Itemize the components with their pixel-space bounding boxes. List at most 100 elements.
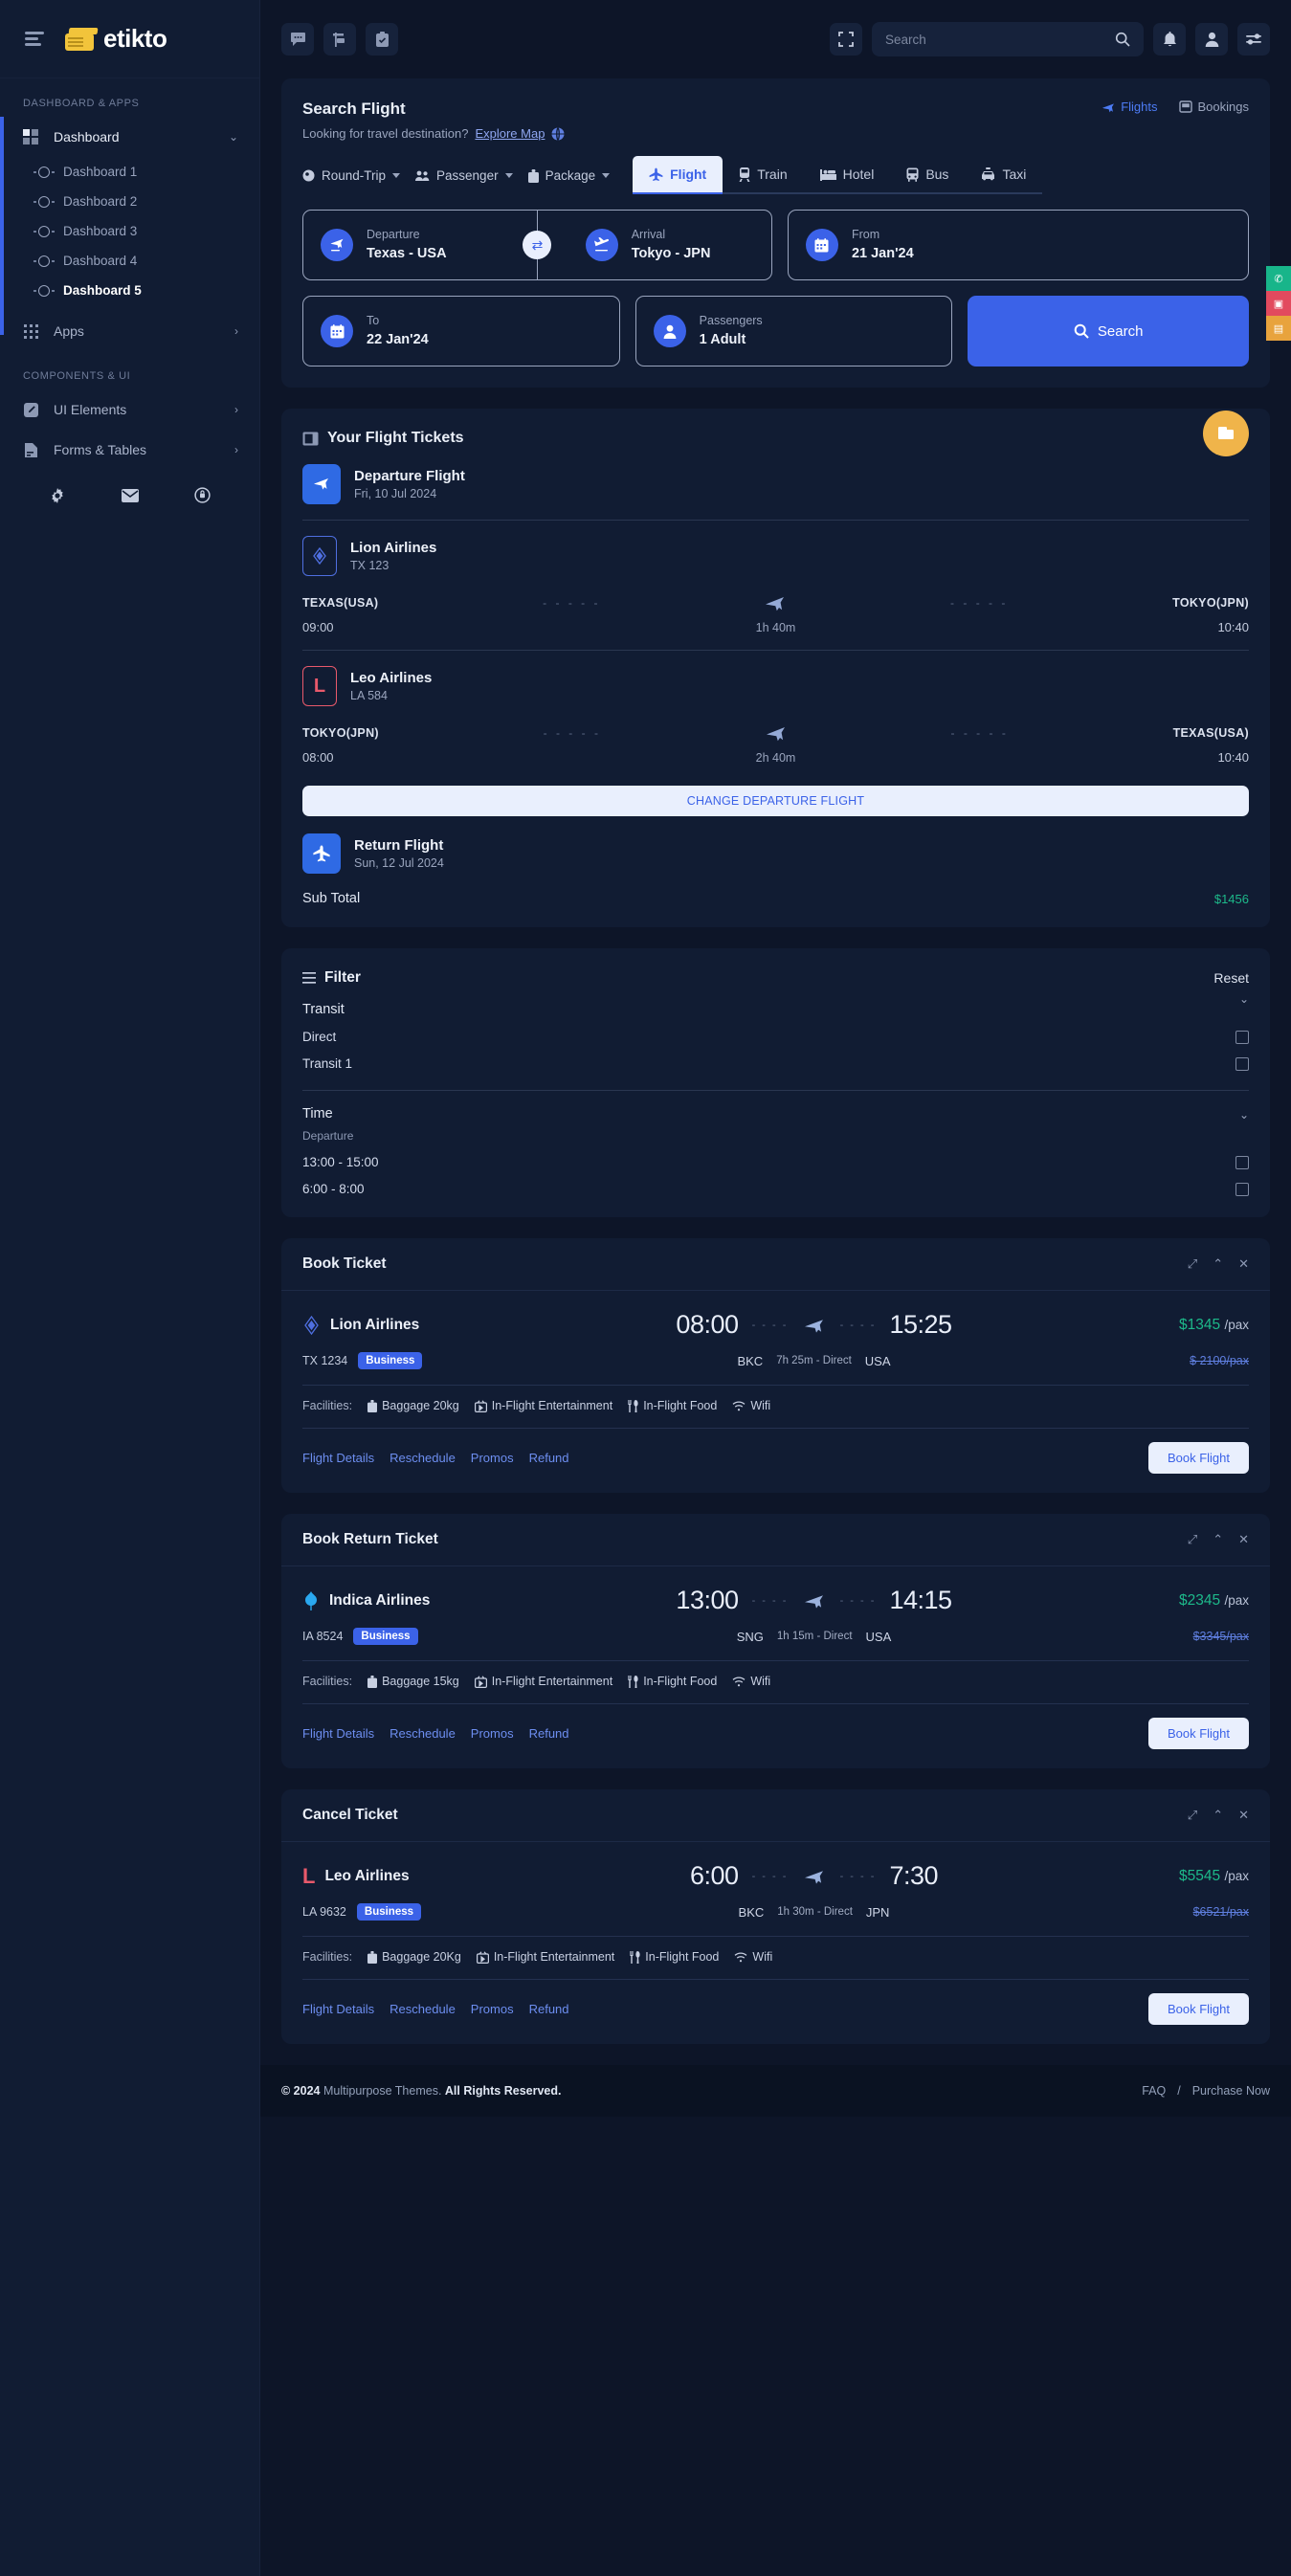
link-reschedule[interactable]: Reschedule (390, 1726, 456, 1741)
widget-buy-icon[interactable]: ▤ (1266, 316, 1291, 341)
book-flight-button[interactable]: Book Flight (1147, 1442, 1249, 1474)
filter-option[interactable]: Transit 1 (302, 1044, 1249, 1071)
link-flight-details[interactable]: Flight Details (302, 1726, 374, 1741)
dropdown-round-trip[interactable]: Round-Trip (302, 157, 415, 194)
close-icon[interactable]: ✕ (1238, 1532, 1249, 1547)
filter-card: Filter Reset ⌄ Transit Direct Transit 1 … (281, 948, 1270, 1217)
sidebar-item-dashboard-3[interactable]: Dashboard 3 (0, 216, 259, 246)
tab-flights[interactable]: Flights (1102, 100, 1158, 114)
filter-reset-button[interactable]: Reset (1213, 970, 1249, 986)
chevron-down-icon[interactable]: ⌄ (1239, 1108, 1249, 1121)
collapse-icon[interactable]: ⌃ (1213, 1808, 1223, 1823)
filter-option-label: 6:00 - 8:00 (302, 1182, 365, 1196)
departure-field[interactable]: Departure Texas - USA (321, 226, 530, 263)
close-icon[interactable]: ✕ (1238, 1808, 1249, 1823)
checkbox-transit-1[interactable] (1235, 1056, 1249, 1071)
search-icon[interactable] (1115, 32, 1130, 47)
link-refund[interactable]: Refund (529, 2002, 569, 2016)
link-refund[interactable]: Refund (529, 1726, 569, 1741)
user-icon[interactable] (1195, 23, 1228, 56)
sidebar-section-components-ui: Components & UI (23, 370, 131, 382)
from-date-field[interactable]: From 21 Jan'24 (787, 210, 1249, 280)
settings-sliders-icon[interactable] (1237, 23, 1270, 56)
globe-icon[interactable] (551, 126, 565, 141)
chat-icon[interactable] (281, 23, 314, 56)
widget-chat-icon[interactable]: ✆ (1266, 266, 1291, 291)
fullscreen-icon[interactable] (830, 23, 862, 56)
mode-taxi[interactable]: Taxi (965, 156, 1043, 194)
change-departure-flight-button[interactable]: CHANGE DEPARTURE FLIGHT (302, 786, 1249, 816)
passengers-field[interactable]: Passengers 1 Adult (634, 296, 953, 366)
link-reschedule[interactable]: Reschedule (390, 1451, 456, 1465)
checkbox-time-1300-1500[interactable] (1235, 1155, 1249, 1169)
explore-map-link[interactable]: Explore Map (475, 126, 545, 141)
mode-train[interactable]: Train (723, 156, 804, 194)
link-promos[interactable]: Promos (471, 2002, 514, 2016)
arrival-field[interactable]: Arrival Tokyo - JPN (544, 226, 754, 263)
departure-arrival-field[interactable]: Departure Texas - USA ⇄ Arrival Tokyo - … (302, 210, 772, 280)
envelope-icon[interactable] (94, 487, 167, 503)
search-input[interactable] (885, 32, 1107, 47)
sidebar-item-dashboard-1[interactable]: Dashboard 1 (0, 157, 259, 187)
tab-bookings[interactable]: Bookings (1178, 100, 1249, 114)
brand-name: etikto (103, 24, 167, 53)
collapse-icon[interactable]: ⌃ (1213, 1256, 1223, 1272)
sidebar-item-ui-elements[interactable]: UI Elements › (0, 389, 259, 430)
expand-icon[interactable]: ⤢ (1188, 1808, 1197, 1823)
sidebar-item-forms-tables[interactable]: Forms & Tables › (0, 430, 259, 470)
facility-label: In-Flight Food (643, 1675, 718, 1688)
leaf-logo-icon (302, 1590, 320, 1610)
link-refund[interactable]: Refund (529, 1451, 569, 1465)
wifi-icon (732, 1676, 746, 1687)
link-flight-details[interactable]: Flight Details (302, 1451, 374, 1465)
facilities-label: Facilities: (302, 1950, 353, 1964)
filter-option[interactable]: 6:00 - 8:00 (302, 1169, 1249, 1196)
link-reschedule[interactable]: Reschedule (390, 2002, 456, 2016)
signpost-icon[interactable] (323, 23, 356, 56)
chevron-down-icon[interactable]: ⌄ (1239, 992, 1249, 1006)
cutlery-icon (630, 1950, 640, 1964)
dropdown-package[interactable]: Package (527, 157, 626, 194)
swap-icon[interactable]: ⇄ (523, 231, 552, 259)
route-dash-right: - - - - - (950, 726, 1009, 740)
collapse-icon[interactable]: ⌃ (1213, 1532, 1223, 1547)
facility-food: In-Flight Food (628, 1675, 717, 1688)
mode-bus[interactable]: Bus (890, 156, 966, 194)
to-date-field[interactable]: To 22 Jan'24 (302, 296, 620, 366)
ticket-fab-icon[interactable] (1203, 411, 1249, 456)
sidebar-item-dashboard-2[interactable]: Dashboard 2 (0, 187, 259, 216)
close-icon[interactable]: ✕ (1238, 1256, 1249, 1272)
link-promos[interactable]: Promos (471, 1726, 514, 1741)
ticket-detail-row: LA 9632 Business BKC 1h 30m - Direct JPN… (302, 1903, 1249, 1921)
to-city: TOKYO(JPN) (1172, 596, 1249, 610)
filter-option[interactable]: Direct (302, 1017, 1249, 1044)
hamburger-icon[interactable] (21, 28, 48, 50)
widget-alert-icon[interactable]: ▣ (1266, 291, 1291, 316)
expand-icon[interactable]: ⤢ (1188, 1532, 1197, 1547)
brand-logo[interactable]: etikto (65, 24, 167, 54)
dropdown-passenger[interactable]: Passenger (415, 157, 528, 194)
filter-option[interactable]: 13:00 - 15:00 (302, 1143, 1249, 1169)
search-bar[interactable] (872, 22, 1144, 56)
link-flight-details[interactable]: Flight Details (302, 2002, 374, 2016)
search-flight-tabs: Round-Trip Passenger Package Flight Trai… (281, 141, 1270, 194)
search-button[interactable]: Search (968, 296, 1250, 366)
checkbox-direct[interactable] (1235, 1030, 1249, 1044)
sidebar-item-dashboard-5[interactable]: Dashboard 5 (0, 276, 259, 305)
sidebar-item-apps[interactable]: Apps › (0, 311, 259, 351)
checkbox-time-600-800[interactable] (1235, 1182, 1249, 1196)
footer-link-faq[interactable]: FAQ (1142, 2084, 1166, 2098)
lock-clock-icon[interactable] (166, 487, 238, 503)
book-flight-button[interactable]: Book Flight (1147, 1718, 1249, 1749)
mode-flight[interactable]: Flight (633, 156, 723, 194)
clipboard-check-icon[interactable] (366, 23, 398, 56)
expand-icon[interactable]: ⤢ (1188, 1256, 1197, 1272)
sidebar-item-dashboard-4[interactable]: Dashboard 4 (0, 246, 259, 276)
sidebar-item-dashboard[interactable]: Dashboard ⌄ (0, 117, 259, 157)
link-promos[interactable]: Promos (471, 1451, 514, 1465)
gear-icon[interactable] (21, 487, 94, 503)
mode-hotel[interactable]: Hotel (803, 156, 891, 194)
footer-link-purchase-now[interactable]: Purchase Now (1192, 2084, 1270, 2098)
book-flight-button[interactable]: Book Flight (1147, 1993, 1249, 2025)
bell-icon[interactable] (1153, 23, 1186, 56)
